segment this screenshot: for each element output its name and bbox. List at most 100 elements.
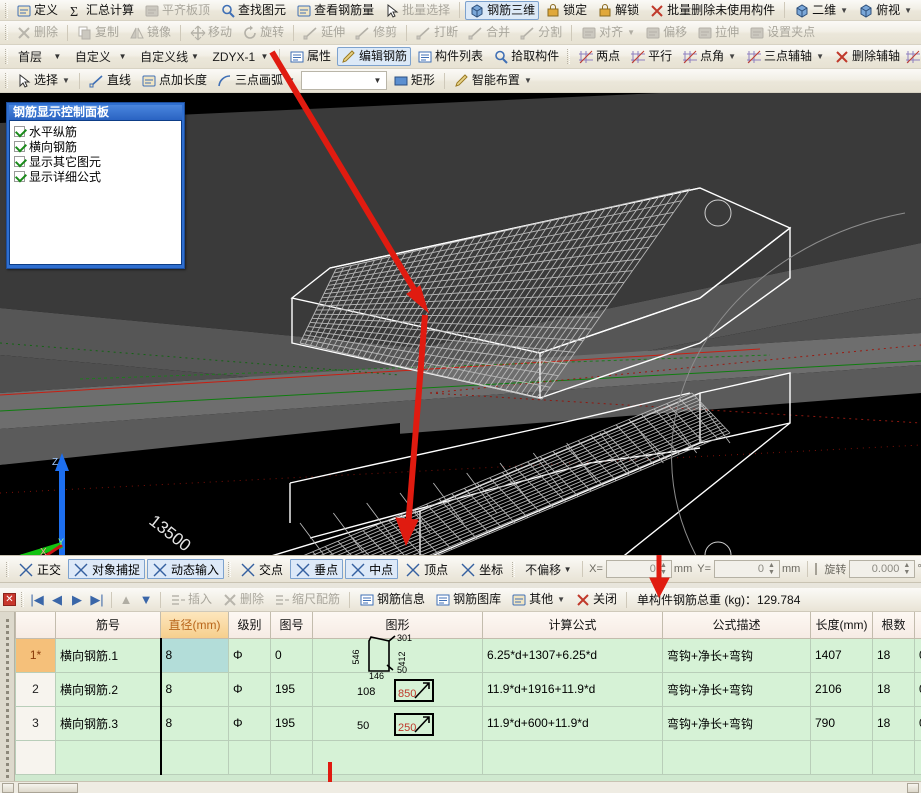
pick-component-button[interactable]: 拾取构件 bbox=[489, 47, 563, 66]
col-header-grade[interactable]: 级别 bbox=[229, 612, 271, 638]
cell-grade[interactable]: Φ bbox=[229, 706, 271, 740]
other-button[interactable]: 其他▼ bbox=[507, 590, 569, 609]
chevron-down-icon[interactable]: ▼ bbox=[816, 48, 824, 65]
toolbar-grip[interactable] bbox=[5, 3, 8, 18]
col-header-dia[interactable]: 直径(mm) bbox=[161, 612, 229, 638]
table-row[interactable] bbox=[16, 740, 921, 774]
find-element-button[interactable]: 查找图元 bbox=[216, 1, 290, 20]
rebar-display-control-panel[interactable]: 钢筋显示控制面板 水平纵筋横向钢筋显示其它图元显示详细公式 bbox=[6, 102, 185, 269]
cell-lap[interactable]: 0 bbox=[915, 672, 921, 706]
horizontal-scrollbar[interactable] bbox=[0, 781, 921, 793]
combo-component-name[interactable]: ZDYX-1▼ bbox=[206, 47, 274, 66]
cell-length[interactable] bbox=[811, 740, 873, 774]
cell-pic_no[interactable]: 195 bbox=[271, 706, 313, 740]
define-button[interactable]: 定义 bbox=[12, 1, 62, 20]
chevron-down-icon[interactable]: ▼ bbox=[904, 2, 912, 19]
cell-shape[interactable]: 546 301 412 146 50 bbox=[313, 638, 483, 672]
checkbox[interactable] bbox=[14, 141, 25, 152]
table-row[interactable]: 2横向钢筋.28Φ195 108 850 11.9*d+1916+11.9*d弯… bbox=[16, 672, 921, 706]
cell-formula_desc[interactable]: 弯钩+净长+弯钩 bbox=[663, 672, 811, 706]
cell-name[interactable]: 横向钢筋.3 bbox=[56, 706, 161, 740]
cell-pic_no[interactable]: 195 bbox=[271, 672, 313, 706]
x-coordinate-input[interactable]: 0▲▼ bbox=[606, 560, 672, 578]
edit-rebar-button[interactable]: 编辑钢筋 bbox=[337, 47, 411, 66]
intersection-snap-toggle[interactable]: 交点 bbox=[235, 559, 288, 579]
three-point-arc-button[interactable]: 三点画弧▼ bbox=[213, 71, 299, 90]
rotate-spinner[interactable]: ▲▼ bbox=[901, 560, 912, 578]
main-menu-bar[interactable]: 定义Σ汇总计算 平齐板顶 查找图元 查看钢筋量批量选择 钢筋三维 锁定 解锁批量… bbox=[0, 0, 921, 21]
toolbar-grip[interactable] bbox=[5, 73, 8, 88]
col-header-lap[interactable]: 搭接 bbox=[915, 612, 921, 638]
cell-idx[interactable]: 1* bbox=[16, 638, 56, 672]
ortho-toggle[interactable]: 正交 bbox=[13, 559, 66, 579]
cell-shape[interactable]: 50 250 bbox=[313, 706, 483, 740]
col-header-pic_no[interactable]: 图号 bbox=[271, 612, 313, 638]
rebar-option-row[interactable]: 显示其它图元 bbox=[14, 154, 177, 169]
cell-dia[interactable]: 8 bbox=[161, 706, 229, 740]
parallel-axis-button[interactable]: 平行 bbox=[626, 47, 676, 66]
cell-grade[interactable]: Φ bbox=[229, 638, 271, 672]
chevron-down-icon[interactable]: ▼ bbox=[287, 72, 295, 89]
view-rebar-qty-button[interactable]: 查看钢筋量 bbox=[292, 1, 378, 20]
move-down-icon[interactable]: ▼ bbox=[136, 592, 156, 607]
cell-formula_desc[interactable]: 弯钩+净长+弯钩 bbox=[663, 706, 811, 740]
cell-idx[interactable] bbox=[16, 740, 56, 774]
cursor-select-button[interactable]: 选择▼ bbox=[12, 71, 74, 90]
rebar-info-button[interactable]: 钢筋信息 bbox=[355, 590, 429, 609]
chevron-down-icon[interactable]: ▼ bbox=[116, 52, 129, 61]
cube-2d-button[interactable]: 二维▼ bbox=[790, 1, 852, 20]
cell-length[interactable]: 790 bbox=[811, 706, 873, 740]
cell-shape[interactable]: 108 850 bbox=[313, 672, 483, 706]
cell-grade[interactable]: Φ bbox=[229, 672, 271, 706]
col-header-formula_desc[interactable]: 公式描述 bbox=[663, 612, 811, 638]
checkbox[interactable] bbox=[14, 171, 25, 182]
cell-dia[interactable]: 8 bbox=[161, 638, 229, 672]
cell-name[interactable]: 横向钢筋.2 bbox=[56, 672, 161, 706]
cell-formula[interactable]: 11.9*d+600+11.9*d bbox=[483, 706, 663, 740]
chevron-down-icon[interactable]: ▼ bbox=[561, 565, 574, 574]
rotate-group[interactable]: 旋转0.000▲▼° bbox=[822, 560, 921, 578]
point-angle-axis-button[interactable]: 点角▼ bbox=[678, 47, 740, 66]
cell-pic_no[interactable]: 0 bbox=[271, 638, 313, 672]
chevron-down-icon[interactable]: ▼ bbox=[371, 76, 384, 85]
close-icon[interactable]: ✕ bbox=[3, 593, 16, 606]
delete-aux-axis-button[interactable]: 删除辅轴 bbox=[830, 47, 904, 66]
col-header-idx[interactable] bbox=[16, 612, 56, 638]
cell-length[interactable]: 2106 bbox=[811, 672, 873, 706]
vertex-snap-toggle[interactable]: 顶点 bbox=[400, 559, 453, 579]
combo-floor[interactable]: 首层▼ bbox=[12, 47, 67, 66]
midpoint-snap-toggle[interactable]: 中点 bbox=[345, 559, 398, 579]
properties-button[interactable]: 属性 bbox=[285, 47, 335, 66]
perpendicular-snap-toggle[interactable]: 垂点 bbox=[290, 559, 343, 579]
cell-formula_desc[interactable]: 弯钩+净长+弯钩 bbox=[663, 638, 811, 672]
smart-layout-button[interactable]: 智能布置▼ bbox=[450, 71, 536, 90]
nav-first-icon[interactable]: |◀ bbox=[27, 592, 47, 608]
cell-lap[interactable]: 0 bbox=[915, 638, 921, 672]
toolbar-grip[interactable] bbox=[512, 562, 515, 577]
batch-delete-button[interactable]: 批量删除未使用构件 bbox=[645, 1, 779, 20]
edit-toolbar[interactable]: 删除 复制 镜像 移动 旋转 延伸 修剪 打断 合并 分割 对齐▼ 偏移 拉伸 bbox=[0, 21, 921, 45]
scroll-left-button[interactable] bbox=[2, 783, 14, 793]
x-coordinate-group[interactable]: X=0▲▼mm bbox=[587, 560, 695, 578]
toolbar-grip[interactable] bbox=[5, 25, 8, 40]
rebar-table[interactable]: 筋号直径(mm)级别图号图形计算公式公式描述长度(mm)根数搭接损 1*横向钢筋… bbox=[15, 612, 921, 775]
cell-name[interactable]: 横向钢筋.1 bbox=[56, 638, 161, 672]
two-point-axis-button[interactable]: 两点 bbox=[574, 47, 624, 66]
snap-status-bar[interactable]: 正交 对象捕捉 动态输入 交点 垂点 中点 顶点 坐标不偏移▼X=0▲▼mmY=… bbox=[0, 555, 921, 583]
cell-idx[interactable]: 3 bbox=[16, 706, 56, 740]
col-header-name[interactable]: 筋号 bbox=[56, 612, 161, 638]
rotate-checkbox[interactable] bbox=[815, 563, 817, 575]
chevron-down-icon[interactable]: ▼ bbox=[62, 72, 70, 89]
cell-formula[interactable] bbox=[483, 740, 663, 774]
three-point-aux-axis-button[interactable]: 三点辅轴▼ bbox=[742, 47, 828, 66]
rebar-3d-button[interactable]: 钢筋三维 bbox=[465, 1, 539, 20]
rectangle-button[interactable]: 矩形 bbox=[389, 71, 439, 90]
offset-mode-combo[interactable]: 不偏移▼ bbox=[519, 560, 577, 579]
sigma-button[interactable]: Σ汇总计算 bbox=[64, 1, 138, 20]
checkbox[interactable] bbox=[14, 126, 25, 137]
chevron-down-icon[interactable]: ▼ bbox=[728, 48, 736, 65]
scroll-right-button[interactable] bbox=[907, 783, 919, 793]
cell-formula[interactable]: 6.25*d+1307+6.25*d bbox=[483, 638, 663, 672]
cell-shape[interactable] bbox=[313, 740, 483, 774]
cell-length[interactable]: 1407 bbox=[811, 638, 873, 672]
